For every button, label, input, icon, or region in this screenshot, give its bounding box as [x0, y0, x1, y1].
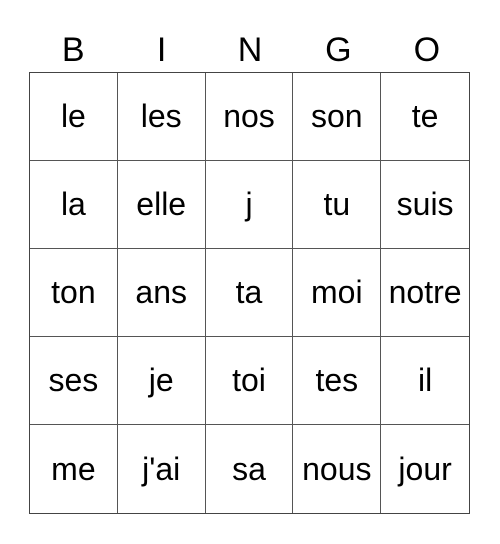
bingo-cell[interactable]: nous	[293, 425, 382, 513]
bingo-cell[interactable]: j'ai	[118, 425, 206, 513]
bingo-cell[interactable]: te	[381, 73, 469, 161]
bingo-cell[interactable]: suis	[381, 161, 469, 249]
header-letter-g: G	[325, 31, 352, 69]
header-letter-b: B	[61, 31, 85, 69]
bingo-cell[interactable]: son	[293, 73, 382, 161]
bingo-cell[interactable]: ses	[30, 337, 118, 425]
bingo-cell[interactable]: ans	[117, 249, 206, 337]
bingo-cell[interactable]: toi	[205, 337, 294, 425]
bingo-cell[interactable]: les	[117, 73, 206, 161]
bingo-cell[interactable]: j	[205, 161, 294, 249]
bingo-cell[interactable]: tes	[293, 337, 382, 425]
bingo-cell[interactable]: il	[381, 337, 469, 425]
bingo-cell[interactable]: je	[117, 337, 206, 425]
header-letter-n: N	[237, 31, 263, 69]
bingo-cell[interactable]: elle	[117, 161, 206, 249]
bingo-cell[interactable]: nos	[205, 73, 294, 161]
header-letter-o: O	[413, 31, 441, 69]
bingo-cell[interactable]: le	[30, 73, 118, 161]
bingo-cell[interactable]: notre	[381, 249, 469, 337]
bingo-cell[interactable]: la	[30, 161, 118, 249]
bingo-cell[interactable]: tu	[293, 161, 382, 249]
bingo-cell[interactable]: ton	[30, 249, 118, 337]
bingo-cell[interactable]: jour	[381, 425, 469, 513]
bingo-cell[interactable]: moi	[293, 249, 382, 337]
bingo-header: B I N G O	[29, 28, 471, 72]
header-letter-i: I	[156, 31, 167, 69]
bingo-cell[interactable]: ta	[205, 249, 294, 337]
bingo-grid: le les nos son te la elle j tu suis ton …	[29, 72, 470, 514]
bingo-cell[interactable]: me	[30, 425, 118, 513]
bingo-cell[interactable]: sa	[206, 425, 294, 513]
